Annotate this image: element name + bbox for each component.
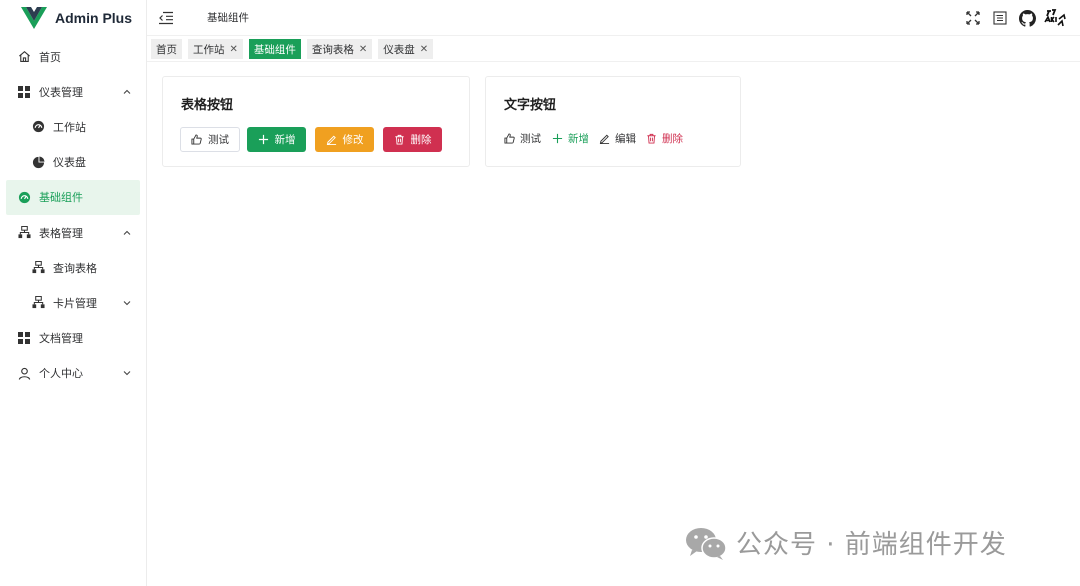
add-button[interactable]: 新增 bbox=[247, 127, 306, 152]
brand-name: Admin Plus bbox=[55, 10, 133, 26]
button-label: 修改 bbox=[342, 134, 364, 146]
sidebar-item-personal-center[interactable]: 个人中心 bbox=[0, 356, 146, 391]
chevron-up-icon bbox=[123, 230, 131, 235]
close-icon[interactable]: ✕ bbox=[420, 44, 428, 55]
card-title: 文字按钮 bbox=[504, 98, 557, 113]
sidebar-item-dashboard-management[interactable]: 仪表管理 bbox=[0, 74, 146, 109]
sidebar-item-label: 基础组件 bbox=[39, 191, 83, 205]
github-icon[interactable] bbox=[1018, 9, 1036, 27]
sidebar-item-basic-components[interactable]: 基础组件 bbox=[6, 179, 140, 215]
chevron-up-icon bbox=[123, 89, 131, 94]
tag-home[interactable]: 首页 bbox=[151, 39, 182, 59]
sidebar-item-label: 表格管理 bbox=[39, 226, 83, 240]
tag-label: 查询表格 bbox=[311, 43, 354, 56]
edit-text-button[interactable]: 编辑 bbox=[599, 130, 636, 146]
button-label: 删除 bbox=[662, 132, 683, 145]
button-label: 测试 bbox=[208, 134, 229, 146]
thumbs-up-icon bbox=[191, 134, 202, 145]
sidebar-item-label: 首页 bbox=[39, 50, 61, 64]
add-text-button[interactable]: 新增 bbox=[552, 130, 589, 146]
sidebar-item-table-management[interactable]: 表格管理 bbox=[0, 215, 146, 250]
trash-icon bbox=[394, 134, 404, 145]
test-button[interactable]: 测试 bbox=[180, 127, 240, 152]
button-label: 测试 bbox=[520, 132, 541, 145]
sidebar-item-label: 个人中心 bbox=[39, 367, 83, 381]
chevron-down-icon bbox=[123, 371, 131, 376]
sidebar: Admin Plus 首页 仪表管理 工作站 仪表盘 基础组件 表格管理 查询表… bbox=[0, 0, 147, 586]
button-label: 编辑 bbox=[615, 132, 636, 145]
table-buttons-card: 表格按钮 测试 新增 修改 删除 bbox=[162, 76, 470, 167]
wechat-icon bbox=[686, 527, 727, 560]
sidebar-item-label: 卡片管理 bbox=[53, 296, 97, 310]
breadcrumb[interactable]: 基础组件 bbox=[207, 10, 249, 25]
hierarchy-icon bbox=[31, 261, 45, 275]
sidebar-item-label: 仪表盘 bbox=[53, 156, 86, 170]
tags-view: 首页 工作站 ✕ 基础组件 查询表格 ✕ 仪表盘 ✕ bbox=[147, 37, 1080, 62]
tag-label: 基础组件 bbox=[253, 43, 296, 56]
close-icon[interactable]: ✕ bbox=[230, 44, 238, 55]
plus-icon bbox=[258, 134, 268, 145]
gauge-icon bbox=[31, 120, 45, 134]
sidebar-item-label: 工作站 bbox=[53, 120, 86, 134]
chevron-down-icon bbox=[123, 301, 131, 306]
tag-query-table[interactable]: 查询表格 ✕ bbox=[306, 39, 373, 59]
vue-logo-icon bbox=[21, 7, 47, 29]
delete-button[interactable]: 删除 bbox=[383, 127, 442, 152]
delete-text-button[interactable]: 删除 bbox=[646, 130, 683, 146]
tag-workstation[interactable]: 工作站 ✕ bbox=[188, 39, 243, 59]
sidebar-item-workstation[interactable]: 工作站 bbox=[0, 109, 146, 144]
home-icon bbox=[17, 50, 31, 64]
grid-icon bbox=[17, 85, 31, 99]
fullscreen-icon[interactable] bbox=[964, 9, 982, 27]
sidebar-item-label: 文档管理 bbox=[39, 332, 83, 346]
tag-label: 工作站 bbox=[193, 43, 225, 56]
hierarchy-icon bbox=[17, 226, 31, 240]
pie-icon bbox=[31, 155, 45, 169]
button-label: 新增 bbox=[274, 134, 296, 146]
tag-dashboard[interactable]: 仪表盘 ✕ bbox=[378, 39, 434, 59]
top-header: 基础组件 bbox=[147, 0, 1080, 36]
grid-icon bbox=[17, 331, 31, 345]
sidebar-item-card-management[interactable]: 卡片管理 bbox=[0, 285, 146, 320]
text-buttons-card: 文字按钮 测试 新增 编辑 删除 bbox=[485, 76, 741, 167]
button-label: 新增 bbox=[568, 132, 589, 145]
card-title: 表格按钮 bbox=[181, 98, 234, 113]
thumbs-up-icon bbox=[504, 132, 515, 144]
collapse-menu-icon[interactable] bbox=[158, 11, 174, 25]
tag-basic-components[interactable]: 基础组件 bbox=[248, 39, 301, 59]
sidebar-item-label: 仪表管理 bbox=[39, 85, 83, 99]
trash-icon bbox=[647, 133, 656, 144]
avatar[interactable] bbox=[1042, 5, 1068, 31]
close-icon[interactable]: ✕ bbox=[359, 44, 367, 55]
watermark-text: 公众号 · 前端组件开发 bbox=[736, 530, 1007, 560]
hierarchy-icon bbox=[31, 296, 45, 310]
watermark: 公众号 · 前端组件开发 bbox=[684, 524, 1007, 561]
tag-label: 仪表盘 bbox=[383, 43, 415, 56]
test-text-button[interactable]: 测试 bbox=[504, 130, 541, 146]
sidebar-item-query-table[interactable]: 查询表格 bbox=[0, 250, 146, 285]
gauge-icon bbox=[17, 190, 31, 204]
sidebar-item-home[interactable]: 首页 bbox=[0, 39, 146, 74]
tag-label: 首页 bbox=[156, 43, 177, 56]
user-icon bbox=[17, 366, 31, 380]
logo[interactable]: Admin Plus bbox=[0, 0, 146, 36]
app-root: Admin Plus 首页 仪表管理 工作站 仪表盘 基础组件 表格管理 查询表… bbox=[0, 0, 1080, 586]
header-actions bbox=[955, 5, 1068, 31]
pencil-icon bbox=[326, 135, 336, 145]
sidebar-item-label: 查询表格 bbox=[53, 261, 97, 275]
edit-button[interactable]: 修改 bbox=[315, 127, 374, 152]
button-label: 删除 bbox=[410, 134, 432, 146]
sidebar-item-dashboard[interactable]: 仪表盘 bbox=[0, 145, 146, 180]
plus-icon bbox=[552, 133, 563, 143]
sidebar-menu: 首页 仪表管理 工作站 仪表盘 基础组件 表格管理 查询表格 卡片管理 文档管理… bbox=[0, 39, 146, 391]
document-icon[interactable] bbox=[991, 9, 1009, 27]
pencil-icon bbox=[599, 134, 610, 144]
sidebar-item-document-management[interactable]: 文档管理 bbox=[0, 321, 146, 356]
